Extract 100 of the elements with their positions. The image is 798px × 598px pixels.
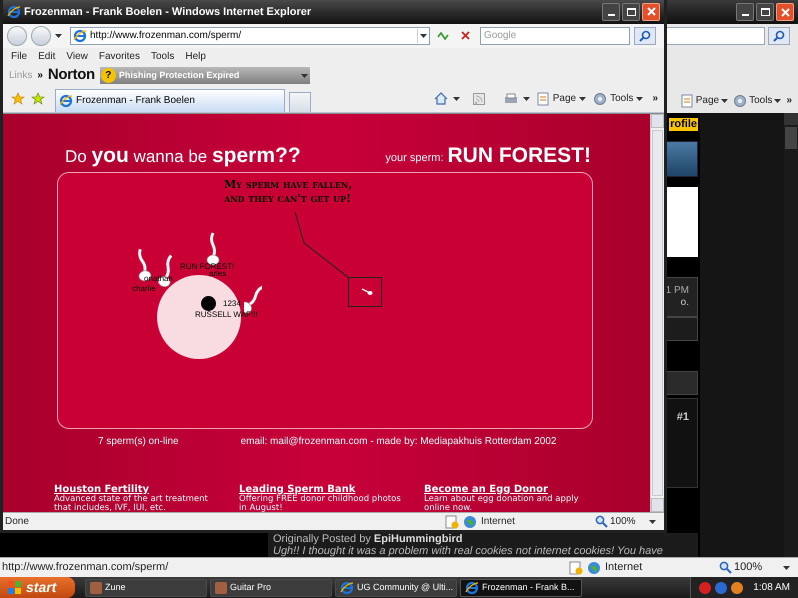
tab[interactable]: Frozenman - Frank Boelen	[55, 88, 285, 112]
add-favorite-icon[interactable]	[31, 92, 45, 106]
home-icon[interactable]	[434, 92, 448, 106]
caret-icon	[452, 96, 460, 101]
close-button[interactable]	[642, 2, 660, 21]
search-field[interactable]: Google	[480, 26, 630, 45]
new-tab-button[interactable]	[289, 92, 311, 112]
post-number: #1	[676, 410, 689, 422]
taskbar-button[interactable]: Guitar Pro	[210, 578, 332, 596]
caret-icon	[649, 520, 656, 524]
question-icon: ?	[100, 68, 116, 84]
app-icon	[90, 582, 102, 594]
ad-link[interactable]: Leading Sperm Bank	[239, 484, 424, 495]
globe-icon	[463, 514, 477, 529]
more-tools-chevron[interactable]: »	[786, 93, 792, 108]
sperm-name: RUN FOREST!	[180, 262, 234, 271]
caret-icon	[420, 34, 427, 38]
menu-item[interactable]: Help	[185, 49, 206, 64]
scrollbar[interactable]	[784, 113, 798, 557]
start-button[interactable]: start	[0, 577, 75, 598]
zone-text: Internet	[481, 515, 516, 530]
page-menu[interactable]: Page	[536, 91, 586, 106]
caret-icon	[636, 96, 644, 101]
menu-item[interactable]: File	[11, 49, 28, 64]
caret-icon	[774, 98, 782, 102]
links-label: Links	[9, 69, 32, 84]
caret-icon	[721, 98, 728, 102]
close-icon	[780, 8, 790, 16]
sperm-name: onathan	[144, 274, 173, 283]
zoom-level[interactable]: 100%	[595, 514, 645, 530]
restore-button[interactable]	[756, 3, 774, 21]
menu-item[interactable]: Edit	[38, 49, 56, 64]
minimize-button[interactable]	[736, 3, 754, 21]
search-icon	[639, 30, 651, 42]
app-icon	[215, 582, 227, 594]
post-author-line: Originally Posted by EpiHummingbird	[273, 533, 464, 545]
caret-icon	[579, 96, 586, 101]
tray-icon[interactable]	[715, 582, 728, 594]
feed-icon[interactable]	[472, 92, 485, 105]
norton-alert-bar[interactable]: ? Phishing Protection Expired	[100, 67, 310, 84]
clock: 1:08 AM	[753, 581, 790, 595]
post-text: Ugh!! I thought it was a problem with real cookies not internet cookies! You have	[273, 545, 664, 557]
norton-logo: Norton	[48, 65, 95, 86]
page-menu[interactable]: Page	[680, 93, 728, 108]
more-tools-chevron[interactable]: »	[652, 91, 658, 106]
menu-item[interactable]: Favorites	[98, 49, 140, 64]
tray-icon[interactable]	[699, 582, 712, 594]
headline: Do you wanna be sperm??	[64, 144, 301, 168]
browser-icon	[465, 580, 479, 594]
favorites-star-icon[interactable]	[11, 92, 25, 106]
search-field[interactable]	[665, 27, 765, 45]
your-sperm-label: your sperm:	[385, 150, 444, 166]
taskbar-button[interactable]: Frozenman - Frank B...	[460, 578, 582, 596]
speech-text: My sperm have fallen, and they can't get up!	[224, 178, 352, 206]
taskbar-button[interactable]: UG Community @ Ulti...	[335, 578, 457, 596]
zoom-icon	[595, 515, 608, 528]
sperm-name: charlie	[132, 284, 156, 293]
close-icon	[646, 7, 656, 16]
zone-text: Internet	[605, 560, 644, 576]
maximize-button[interactable]	[622, 2, 640, 21]
menu-item[interactable]: View	[66, 49, 88, 64]
forward-button[interactable]	[31, 26, 51, 46]
tools-menu[interactable]: Tools	[733, 93, 782, 108]
stop-icon	[460, 31, 470, 40]
ad-link[interactable]: Houston Fertility	[54, 484, 239, 495]
profile-button[interactable]: rofile	[669, 118, 698, 131]
scrollbar[interactable]	[650, 114, 664, 512]
minimize-button[interactable]	[602, 2, 620, 21]
address-field[interactable]: http://www.frozenman.com/sperm/	[70, 26, 430, 45]
caret-icon	[55, 34, 62, 38]
zoom-icon	[719, 561, 732, 574]
printer-icon[interactable]	[504, 92, 518, 105]
ad-text: Offering FREE donor childhood photos in August!	[239, 494, 402, 512]
online-count: 7 sperm(s) on-line	[98, 434, 179, 449]
gear-icon	[733, 94, 748, 108]
sperm-name: arles	[209, 268, 226, 278]
caret-icon	[522, 96, 530, 101]
tools-menu[interactable]: Tools	[593, 91, 644, 106]
status-url: http://www.frozenman.com/sperm/	[1, 560, 168, 576]
zoom-level[interactable]: 100%	[719, 559, 779, 576]
search-button[interactable]	[634, 26, 656, 45]
ad-text: Learn about egg donation and apply online now.	[424, 494, 580, 512]
globe-icon	[587, 560, 601, 574]
ad-text: Advanced state of the art treatment that includes, IVF, IUI, etc.	[54, 494, 209, 512]
search-button[interactable]	[768, 27, 790, 45]
caret-icon	[783, 566, 790, 570]
status-text: o.	[680, 297, 689, 309]
ad-link[interactable]: Become an Egg Donor	[424, 484, 609, 495]
window-title: Frozenman - Frank Boelen - Windows Internet Explorer	[24, 4, 312, 20]
tray-icon[interactable]	[731, 582, 744, 594]
taskbar-button[interactable]: Zune	[85, 578, 207, 596]
links-chevron[interactable]: »	[37, 68, 43, 84]
back-button[interactable]	[7, 26, 27, 46]
sperm-drawing	[361, 288, 373, 296]
warning-shield-icon	[445, 514, 459, 529]
sperm-frame	[348, 276, 382, 307]
browser-icon	[340, 580, 354, 594]
refresh-icon	[437, 30, 449, 41]
credits-text: email: mail@frozenman.com - made by: Mediapakhuis Rotterdam 2002	[240, 434, 556, 449]
menu-item[interactable]: Tools	[150, 49, 174, 64]
